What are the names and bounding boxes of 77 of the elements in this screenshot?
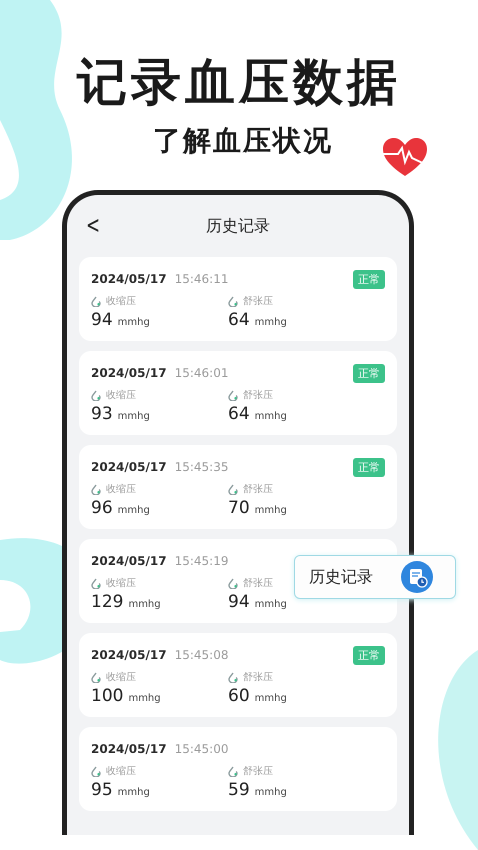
reading-label: 收缩压	[106, 294, 136, 308]
heartbeat-icon	[380, 136, 430, 178]
back-button[interactable]: <	[86, 211, 100, 239]
record-time: 15:45:19	[174, 554, 228, 568]
drop-icon	[228, 766, 238, 776]
reading-label: 舒张压	[243, 764, 273, 778]
reading-unit: mmhg	[118, 787, 150, 798]
record-card[interactable]: 2024/05/17 15:45:08 正常 收缩压 100 mmhg 舒张压 60 mmhg	[79, 633, 397, 717]
reading-value: 100	[91, 686, 124, 706]
reading-unit: mmhg	[254, 693, 287, 704]
status-badge: 正常	[353, 458, 385, 476]
reading-value: 70	[228, 498, 250, 518]
drop-icon	[91, 672, 101, 682]
record-card[interactable]: 2024/05/17 15:46:01 正常 收缩压 93 mmhg 舒张压 64 mmhg	[79, 351, 397, 435]
drop-icon	[91, 390, 101, 400]
reading-value: 93	[91, 404, 113, 424]
record-date: 2024/05/17	[91, 460, 167, 474]
status-badge: 正常	[353, 364, 385, 382]
history-icon	[401, 561, 433, 593]
status-badge: 正常	[353, 270, 385, 288]
reading-label: 收缩压	[106, 482, 136, 496]
drop-icon	[91, 766, 101, 776]
popup-label: 历史记录	[309, 566, 373, 588]
drop-icon	[91, 578, 101, 588]
reading-value: 60	[228, 686, 250, 706]
reading-value: 95	[91, 780, 113, 800]
reading-unit: mmhg	[128, 599, 161, 610]
record-card[interactable]: 2024/05/17 15:45:00 收缩压 95 mmhg 舒张压 59 mmhg	[79, 727, 397, 811]
reading-unit: mmhg	[118, 317, 150, 328]
headline: 记录血压数据	[77, 52, 401, 112]
record-time: 15:45:00	[174, 742, 228, 756]
reading-value: 64	[228, 404, 250, 424]
reading-unit: mmhg	[254, 599, 287, 610]
reading-label: 收缩压	[106, 388, 136, 402]
drop-icon	[228, 484, 238, 494]
reading-label: 舒张压	[243, 576, 273, 590]
record-card[interactable]: 2024/05/17 15:46:11 正常 收缩压 94 mmhg 舒张压 64 mmhg	[79, 257, 397, 341]
reading-value: 96	[91, 498, 113, 518]
record-time: 15:45:35	[174, 460, 228, 474]
record-date: 2024/05/17	[91, 554, 167, 568]
record-time: 15:46:01	[174, 366, 228, 380]
reading-value: 59	[228, 780, 250, 800]
record-date: 2024/05/17	[91, 648, 167, 662]
reading-unit: mmhg	[128, 693, 161, 704]
record-card[interactable]: 2024/05/17 15:45:35 正常 收缩压 96 mmhg 舒张压 70 mmhg	[79, 445, 397, 529]
reading-value: 64	[228, 310, 250, 330]
screen-title: 历史记录	[206, 216, 270, 236]
reading-unit: mmhg	[254, 411, 287, 422]
reading-unit: mmhg	[118, 505, 150, 516]
record-time: 15:46:11	[174, 272, 228, 286]
status-badge: 正常	[353, 646, 385, 664]
drop-icon	[228, 390, 238, 400]
reading-unit: mmhg	[254, 787, 287, 798]
reading-label: 收缩压	[106, 670, 136, 684]
record-date: 2024/05/17	[91, 366, 167, 380]
reading-value: 94	[91, 310, 113, 330]
reading-unit: mmhg	[118, 411, 150, 422]
record-date: 2024/05/17	[91, 272, 167, 286]
reading-label: 收缩压	[106, 764, 136, 778]
history-popup[interactable]: 历史记录	[294, 555, 456, 599]
drop-icon	[228, 296, 238, 306]
reading-unit: mmhg	[254, 505, 287, 516]
subtitle: 了解血压状况	[153, 124, 333, 158]
reading-label: 收缩压	[106, 576, 136, 590]
drop-icon	[91, 296, 101, 306]
reading-label: 舒张压	[243, 388, 273, 402]
record-date: 2024/05/17	[91, 742, 167, 756]
reading-label: 舒张压	[243, 482, 273, 496]
reading-value: 129	[91, 592, 124, 612]
reading-value: 94	[228, 592, 250, 612]
drop-icon	[91, 484, 101, 494]
record-time: 15:45:08	[174, 648, 228, 662]
drop-icon	[228, 672, 238, 682]
reading-unit: mmhg	[254, 317, 287, 328]
reading-label: 舒张压	[243, 294, 273, 308]
drop-icon	[228, 578, 238, 588]
reading-label: 舒张压	[243, 670, 273, 684]
